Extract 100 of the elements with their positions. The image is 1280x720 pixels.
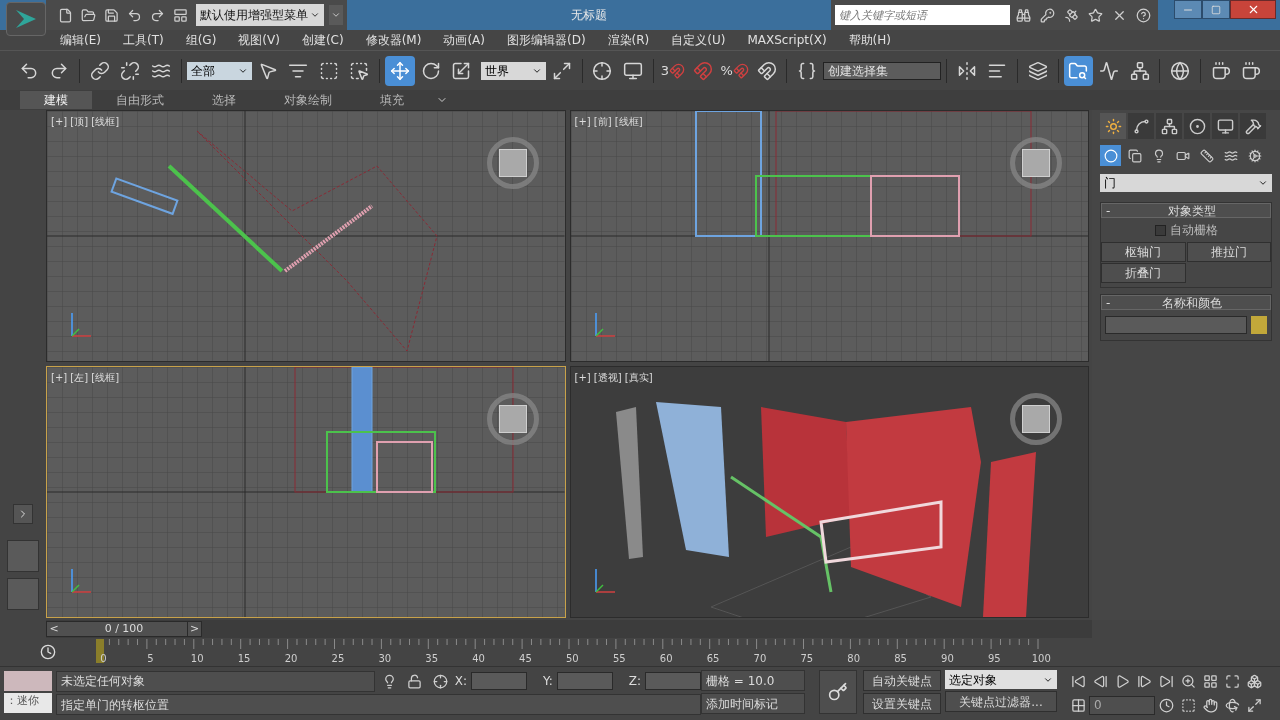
frame-number: 65 (705, 652, 721, 666)
frame-number: 80 (846, 652, 862, 666)
door-type-button[interactable]: 折叠门 (1101, 263, 1186, 283)
menu-item[interactable]: 视图(V) (238, 31, 280, 49)
maximize-button[interactable] (1202, 0, 1230, 19)
hammer-icon[interactable] (1240, 113, 1266, 139)
monitor-icon[interactable] (1212, 113, 1238, 139)
rollout-title: 对象类型 (1167, 202, 1217, 220)
menu-item[interactable]: 修改器(M) (365, 31, 422, 49)
door-type-button[interactable]: 推拉门 (1186, 242, 1271, 262)
caret-icon (1258, 178, 1268, 188)
menu-item[interactable]: 组(G) (185, 31, 217, 49)
target-icon[interactable] (1184, 113, 1210, 139)
sun-icon[interactable] (1100, 113, 1126, 139)
selection-set-field[interactable]: 创建选择集 (823, 61, 941, 80)
auto-key-button[interactable]: 自动关键点 (863, 670, 941, 691)
frame-number: 55 (611, 652, 627, 666)
timeline-bar[interactable]: < 0 / 100 > (46, 620, 1092, 638)
frame-position: 0 / 100 (103, 620, 145, 637)
frame-number: 35 (424, 652, 440, 666)
menu-item[interactable]: 编辑(E) (60, 31, 101, 49)
workspace-dropdown[interactable]: 默认使用增强型菜单 (196, 4, 324, 26)
grid-spacing: 栅格 = 10.0 (701, 670, 805, 691)
viewport-label[interactable]: [+] [透视] [真实] (574, 370, 653, 385)
key-mode-dropdown[interactable]: 选定对象 (945, 670, 1057, 689)
collapse-toggle[interactable]: - (1106, 293, 1118, 312)
magnet-icon (668, 62, 685, 79)
viewport-label[interactable]: [+] [顶] [线框] (51, 114, 120, 129)
frame-number: 0 (99, 652, 108, 666)
frame-number: 100 (1030, 652, 1052, 666)
subcategory-dropdown[interactable]: 门 (1100, 174, 1272, 192)
caret-icon (310, 10, 320, 20)
scene-explorer-icon[interactable] (1063, 55, 1094, 86)
percent-snap-toggle[interactable]: % (718, 55, 751, 86)
viewport[interactable]: [+] [透视] [真实] (569, 366, 1089, 618)
axis-tripod-icon (592, 567, 617, 595)
axis-tripod-icon (69, 311, 93, 339)
checkbox-label: 自动栅格 (1169, 222, 1218, 239)
menu-item[interactable]: MAXScript(X) (747, 31, 827, 49)
selection-status: 未选定任何对象 (56, 670, 375, 692)
y-coordinate-field[interactable] (556, 672, 613, 690)
name-field[interactable] (1105, 316, 1247, 334)
snap-toggle[interactable]: 3 (658, 55, 687, 86)
frame-number: 50 (565, 652, 580, 666)
set-key-icon[interactable] (819, 670, 857, 714)
minimize-button[interactable] (1174, 0, 1202, 19)
maximize-icon (1211, 4, 1221, 15)
window-title: 无标题 (570, 7, 608, 24)
add-time-tag-button[interactable]: 添加时间标记 (701, 693, 805, 714)
current-frame-field[interactable]: 0 (1089, 695, 1155, 715)
ribbon-tab[interactable]: 自由形式 (92, 91, 188, 109)
maxscript-listener[interactable]: ：迷你 (4, 693, 52, 713)
viewport-label[interactable]: [+] [左] [线框] (51, 370, 120, 385)
menu-item[interactable]: 图形编辑器(D) (506, 31, 586, 49)
viewport[interactable]: [+] [顶] [线框] (46, 110, 566, 362)
caret-icon (331, 10, 341, 20)
viewport[interactable]: [+] [左] [线框] (46, 366, 566, 618)
time-slider-marker[interactable] (96, 639, 104, 663)
ribbon-tab[interactable]: 填充 (356, 91, 428, 109)
checkbox[interactable] (1154, 224, 1166, 236)
menu-item[interactable]: 创建(C) (301, 31, 344, 49)
color-swatch[interactable] (1251, 316, 1267, 334)
menu-item[interactable]: 帮助(H) (848, 31, 891, 49)
next-frame-button[interactable]: > (187, 620, 201, 638)
key-filters-button[interactable]: 关键点过滤器... (945, 691, 1057, 712)
previous-frame-button[interactable]: < (47, 620, 61, 638)
rollout-title: 名称和颜色 (1161, 294, 1223, 312)
viewport[interactable]: [+] [前] [线框] (569, 110, 1089, 362)
z-coordinate-field[interactable] (645, 672, 701, 690)
ribbon-tab[interactable]: 对象绘制 (260, 91, 356, 109)
search-field[interactable]: 键入关键字或短语 (835, 5, 1010, 25)
curve-icon[interactable] (1128, 113, 1154, 139)
rollout-header[interactable]: - 对象类型 (1101, 203, 1271, 218)
app-logo-icon[interactable] (6, 2, 46, 36)
frame-number: 15 (236, 652, 252, 666)
set-key-button[interactable]: 设置关键点 (863, 693, 941, 714)
frame-number: 95 (987, 652, 1002, 666)
frame-number: 30 (377, 652, 393, 666)
move-icon[interactable] (385, 55, 415, 86)
ribbon-tab[interactable]: 选择 (188, 91, 260, 109)
selection-filter-dropdown[interactable]: 全部 (186, 61, 252, 80)
frame-counter[interactable]: < 0 / 100 > (46, 621, 202, 637)
frame-number: 85 (893, 652, 908, 666)
menu-item[interactable]: 动画(A) (443, 31, 485, 49)
ribbon-tab[interactable]: 建模 (20, 91, 92, 109)
door-type-button[interactable]: 枢轴门 (1101, 242, 1186, 262)
collapse-toggle[interactable]: - (1106, 201, 1118, 220)
menu-item[interactable]: 工具(T) (122, 31, 164, 49)
coordinate-system-dropdown[interactable]: 世界 (480, 61, 546, 80)
frame-number: 60 (658, 652, 674, 666)
axis-label: Z: (628, 673, 641, 690)
close-button[interactable] (1230, 0, 1276, 19)
x-coordinate-field[interactable] (470, 672, 527, 690)
rollout-header[interactable]: - 名称和颜色 (1101, 295, 1271, 310)
hierarchy-icon[interactable] (1156, 113, 1182, 139)
menu-item[interactable]: 自定义(U) (671, 31, 726, 49)
color-block (4, 671, 52, 691)
viewport-label[interactable]: [+] [前] [线框] (574, 114, 643, 129)
frame-number: 25 (330, 652, 346, 666)
menu-item[interactable]: 渲染(R) (607, 31, 650, 49)
